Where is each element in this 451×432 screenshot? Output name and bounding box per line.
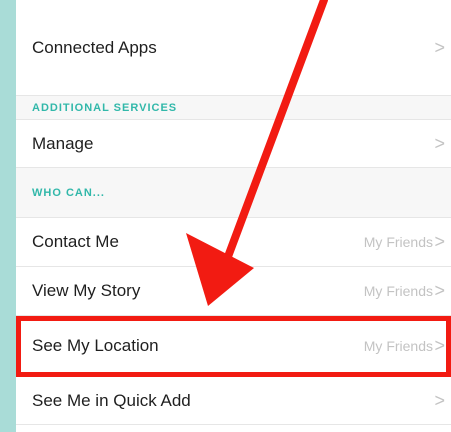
- see-me-quick-add-label: See Me in Quick Add: [32, 390, 191, 410]
- contact-me-row[interactable]: Contact Me My Friends >: [16, 218, 451, 267]
- chevron-right-icon: >: [434, 280, 445, 301]
- chevron-right-icon: >: [434, 390, 445, 411]
- manage-row[interactable]: Manage >: [16, 120, 451, 168]
- chevron-right-icon: >: [434, 231, 445, 252]
- connected-apps-row[interactable]: Connected Apps >: [16, 0, 451, 96]
- settings-panel: Connected Apps > ADDITIONAL SERVICES Man…: [16, 0, 451, 432]
- see-my-location-row[interactable]: See My Location My Friends >: [16, 316, 451, 377]
- chevron-right-icon: >: [434, 37, 445, 58]
- who-can-header: WHO CAN...: [16, 168, 451, 218]
- section-label: WHO CAN...: [32, 186, 105, 199]
- see-my-location-label: See My Location: [32, 336, 159, 355]
- manage-label: Manage: [32, 133, 94, 153]
- section-label: ADDITIONAL SERVICES: [32, 101, 178, 114]
- additional-services-header: ADDITIONAL SERVICES: [16, 96, 451, 120]
- see-my-location-value: My Friends: [363, 338, 433, 354]
- chevron-right-icon: >: [434, 335, 445, 356]
- contact-me-label: Contact Me: [32, 232, 119, 251]
- contact-me-value: My Friends: [363, 234, 433, 250]
- chevron-right-icon: >: [434, 133, 445, 154]
- view-my-story-label: View My Story: [32, 281, 141, 300]
- connected-apps-label: Connected Apps: [32, 38, 157, 57]
- view-my-story-value: My Friends: [363, 283, 433, 299]
- see-me-quick-add-row[interactable]: See Me in Quick Add >: [16, 377, 451, 425]
- view-my-story-row[interactable]: View My Story My Friends >: [16, 267, 451, 316]
